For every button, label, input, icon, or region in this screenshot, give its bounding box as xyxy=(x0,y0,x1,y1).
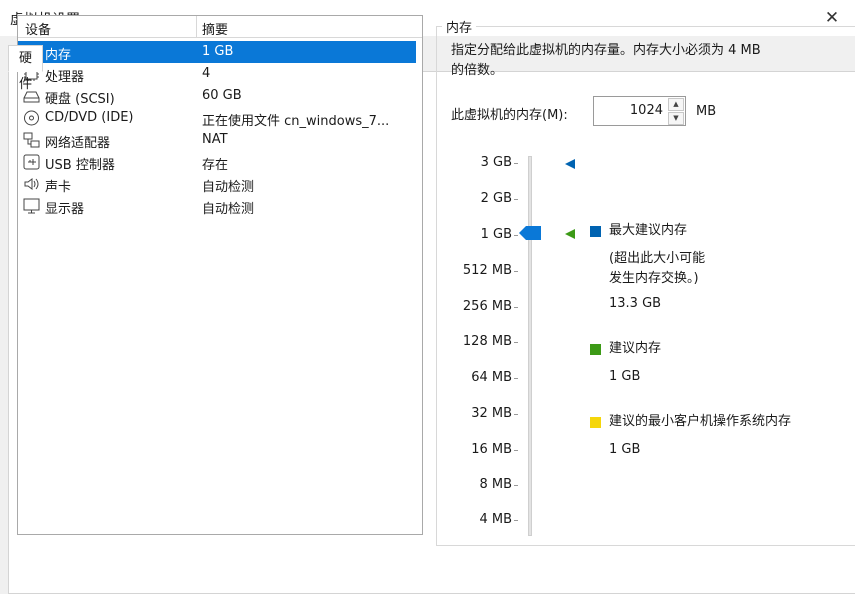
scale-label: 16 MB xyxy=(471,442,512,457)
tab-hardware[interactable]: 硬件 xyxy=(8,45,44,92)
stepper-up-button[interactable]: ▲ xyxy=(668,98,684,111)
device-name: 硬盘 (SCSI) xyxy=(45,92,115,107)
cd-dvd-icon xyxy=(24,110,39,126)
network-adapter-icon xyxy=(23,132,40,148)
device-summary: 4 xyxy=(202,66,211,81)
memory-slider-track[interactable] xyxy=(528,156,532,536)
scale-label: 512 MB xyxy=(462,263,512,278)
memory-unit: MB xyxy=(696,104,717,119)
min-guest-title: 建议的最小客户机操作系统内存 xyxy=(609,414,792,429)
column-header-device[interactable]: 设备 xyxy=(25,19,51,38)
scale-tick xyxy=(514,378,518,379)
device-list-header: 设备 摘要 xyxy=(18,16,422,38)
device-row-network-adapter[interactable]: 网络适配器 NAT xyxy=(18,129,416,151)
memory-description: 指定分配给此虚拟机的内存量。内存大小必须为 4 MB 的倍数。 xyxy=(451,41,821,81)
stepper-down-button[interactable]: ▼ xyxy=(668,112,684,125)
device-row-processor[interactable]: 处理器 4 xyxy=(18,63,416,85)
device-summary: 1 GB xyxy=(202,44,234,59)
device-summary: NAT xyxy=(202,132,228,147)
max-recommended-note: 发生内存交换。) xyxy=(609,271,699,286)
scale-tick xyxy=(514,163,518,164)
memory-stepper[interactable]: 1024 ▲ ▼ xyxy=(593,96,686,126)
max-recommended-marker-icon xyxy=(565,159,575,169)
column-header-summary[interactable]: 摘要 xyxy=(202,19,228,38)
device-name: 内存 xyxy=(45,48,72,63)
scale-tick xyxy=(514,342,518,343)
device-name: 网络适配器 xyxy=(45,136,111,151)
memory-description-line: 指定分配给此虚拟机的内存量。内存大小必须为 4 MB xyxy=(451,43,761,58)
device-name: 声卡 xyxy=(45,180,72,195)
device-row-sound-card[interactable]: 声卡 自动检测 xyxy=(18,173,416,195)
min-guest-value: 1 GB xyxy=(609,442,641,457)
speaker-icon xyxy=(24,178,39,190)
device-row-hard-disk[interactable]: 硬盘 (SCSI) 60 GB xyxy=(18,85,416,107)
min-guest-swatch-icon xyxy=(590,417,601,428)
scale-label: 128 MB xyxy=(462,334,512,349)
scale-label: 64 MB xyxy=(471,370,512,385)
scale-tick xyxy=(514,520,518,521)
device-row-memory[interactable]: 内存 1 GB xyxy=(18,41,416,63)
device-name: 显示器 xyxy=(45,202,85,217)
usb-icon xyxy=(23,154,40,170)
memory-slider-thumb[interactable] xyxy=(519,226,541,240)
recommended-title: 建议内存 xyxy=(609,341,662,356)
max-recommended-swatch-icon xyxy=(590,226,601,237)
device-row-display[interactable]: 显示器 自动检测 xyxy=(18,195,416,217)
device-name: CD/DVD (IDE) xyxy=(45,110,134,125)
device-name: 处理器 xyxy=(45,70,85,85)
memory-field-label: 此虚拟机的内存(M): xyxy=(451,108,568,123)
memory-value-input[interactable]: 1024 xyxy=(630,103,663,118)
vm-settings-window: 虚拟机设置 ✕ 硬件 选项 设备 摘要 内存 1 GB 处理器 4 硬盘 (SC… xyxy=(0,0,855,594)
scale-label: 1 GB xyxy=(480,227,512,242)
scale-tick xyxy=(514,199,518,200)
scale-tick xyxy=(514,235,518,236)
scale-tick xyxy=(514,414,518,415)
device-summary: 自动检测 xyxy=(202,180,255,195)
recommended-marker-icon xyxy=(565,229,575,239)
device-summary: 60 GB xyxy=(202,88,242,103)
memory-group-label: 内存 xyxy=(442,17,477,36)
max-recommended-value: 13.3 GB xyxy=(609,296,662,311)
scale-tick xyxy=(514,271,518,272)
device-list[interactable]: 设备 摘要 内存 1 GB 处理器 4 硬盘 (SCSI) 60 GB CD/D… xyxy=(17,15,423,535)
device-summary: 自动检测 xyxy=(202,202,255,217)
monitor-icon xyxy=(23,198,40,214)
device-row-usb[interactable]: USB 控制器 存在 xyxy=(18,151,416,173)
scale-label: 4 MB xyxy=(479,512,512,527)
scale-label: 32 MB xyxy=(471,406,512,421)
scale-label: 2 GB xyxy=(480,191,512,206)
recommended-swatch-icon xyxy=(590,344,601,355)
scale-label: 3 GB xyxy=(480,155,512,170)
scale-tick xyxy=(514,485,518,486)
scale-label: 8 MB xyxy=(479,477,512,492)
scale-label: 256 MB xyxy=(462,299,512,314)
scale-tick xyxy=(514,307,518,308)
max-recommended-title: 最大建议内存 xyxy=(609,223,688,238)
device-summary: 正在使用文件 cn_windows_7... xyxy=(202,114,390,129)
column-divider[interactable] xyxy=(196,16,197,38)
memory-description-line: 的倍数。 xyxy=(451,63,504,78)
device-name: USB 控制器 xyxy=(45,158,115,173)
max-recommended-note: (超出此大小可能 xyxy=(609,251,706,266)
recommended-value: 1 GB xyxy=(609,369,641,384)
device-row-cd-dvd[interactable]: CD/DVD (IDE) 正在使用文件 cn_windows_7... xyxy=(18,107,416,129)
scale-tick xyxy=(514,450,518,451)
device-summary: 存在 xyxy=(202,158,229,173)
